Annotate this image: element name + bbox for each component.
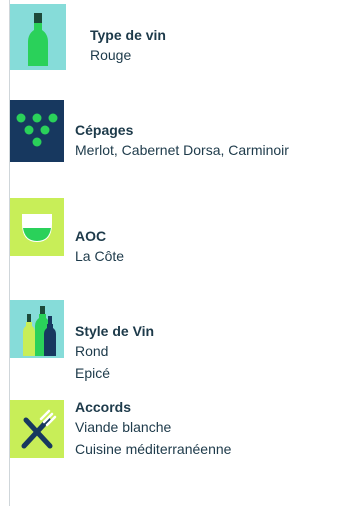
tile-aoc bbox=[10, 198, 64, 256]
item-value: Viande blanche bbox=[75, 419, 172, 435]
grapes-icon bbox=[16, 113, 58, 147]
item-value: Rouge bbox=[90, 47, 132, 63]
knife-fork-icon bbox=[21, 409, 57, 449]
tile-type bbox=[10, 4, 66, 70]
item-value: Merlot, Cabernet Dorsa, Carminoir bbox=[75, 142, 289, 158]
wine-glass-icon bbox=[22, 214, 52, 242]
item-title: AOC bbox=[75, 228, 107, 244]
bottles-icon bbox=[23, 306, 56, 356]
item-value: Epicé bbox=[75, 365, 111, 381]
tile-cepages bbox=[10, 100, 64, 162]
item-value: Rond bbox=[75, 343, 109, 359]
wine-bottle-icon bbox=[28, 13, 48, 66]
tile-accords bbox=[10, 400, 64, 458]
item-title: Style de Vin bbox=[75, 323, 155, 339]
item-title: Cépages bbox=[75, 122, 134, 138]
item-value: Cuisine méditerranéenne bbox=[75, 441, 232, 457]
item-title: Type de vin bbox=[90, 27, 166, 43]
item-title: Accords bbox=[75, 399, 132, 415]
tile-style bbox=[10, 300, 64, 358]
item-value: La Côte bbox=[75, 248, 125, 264]
